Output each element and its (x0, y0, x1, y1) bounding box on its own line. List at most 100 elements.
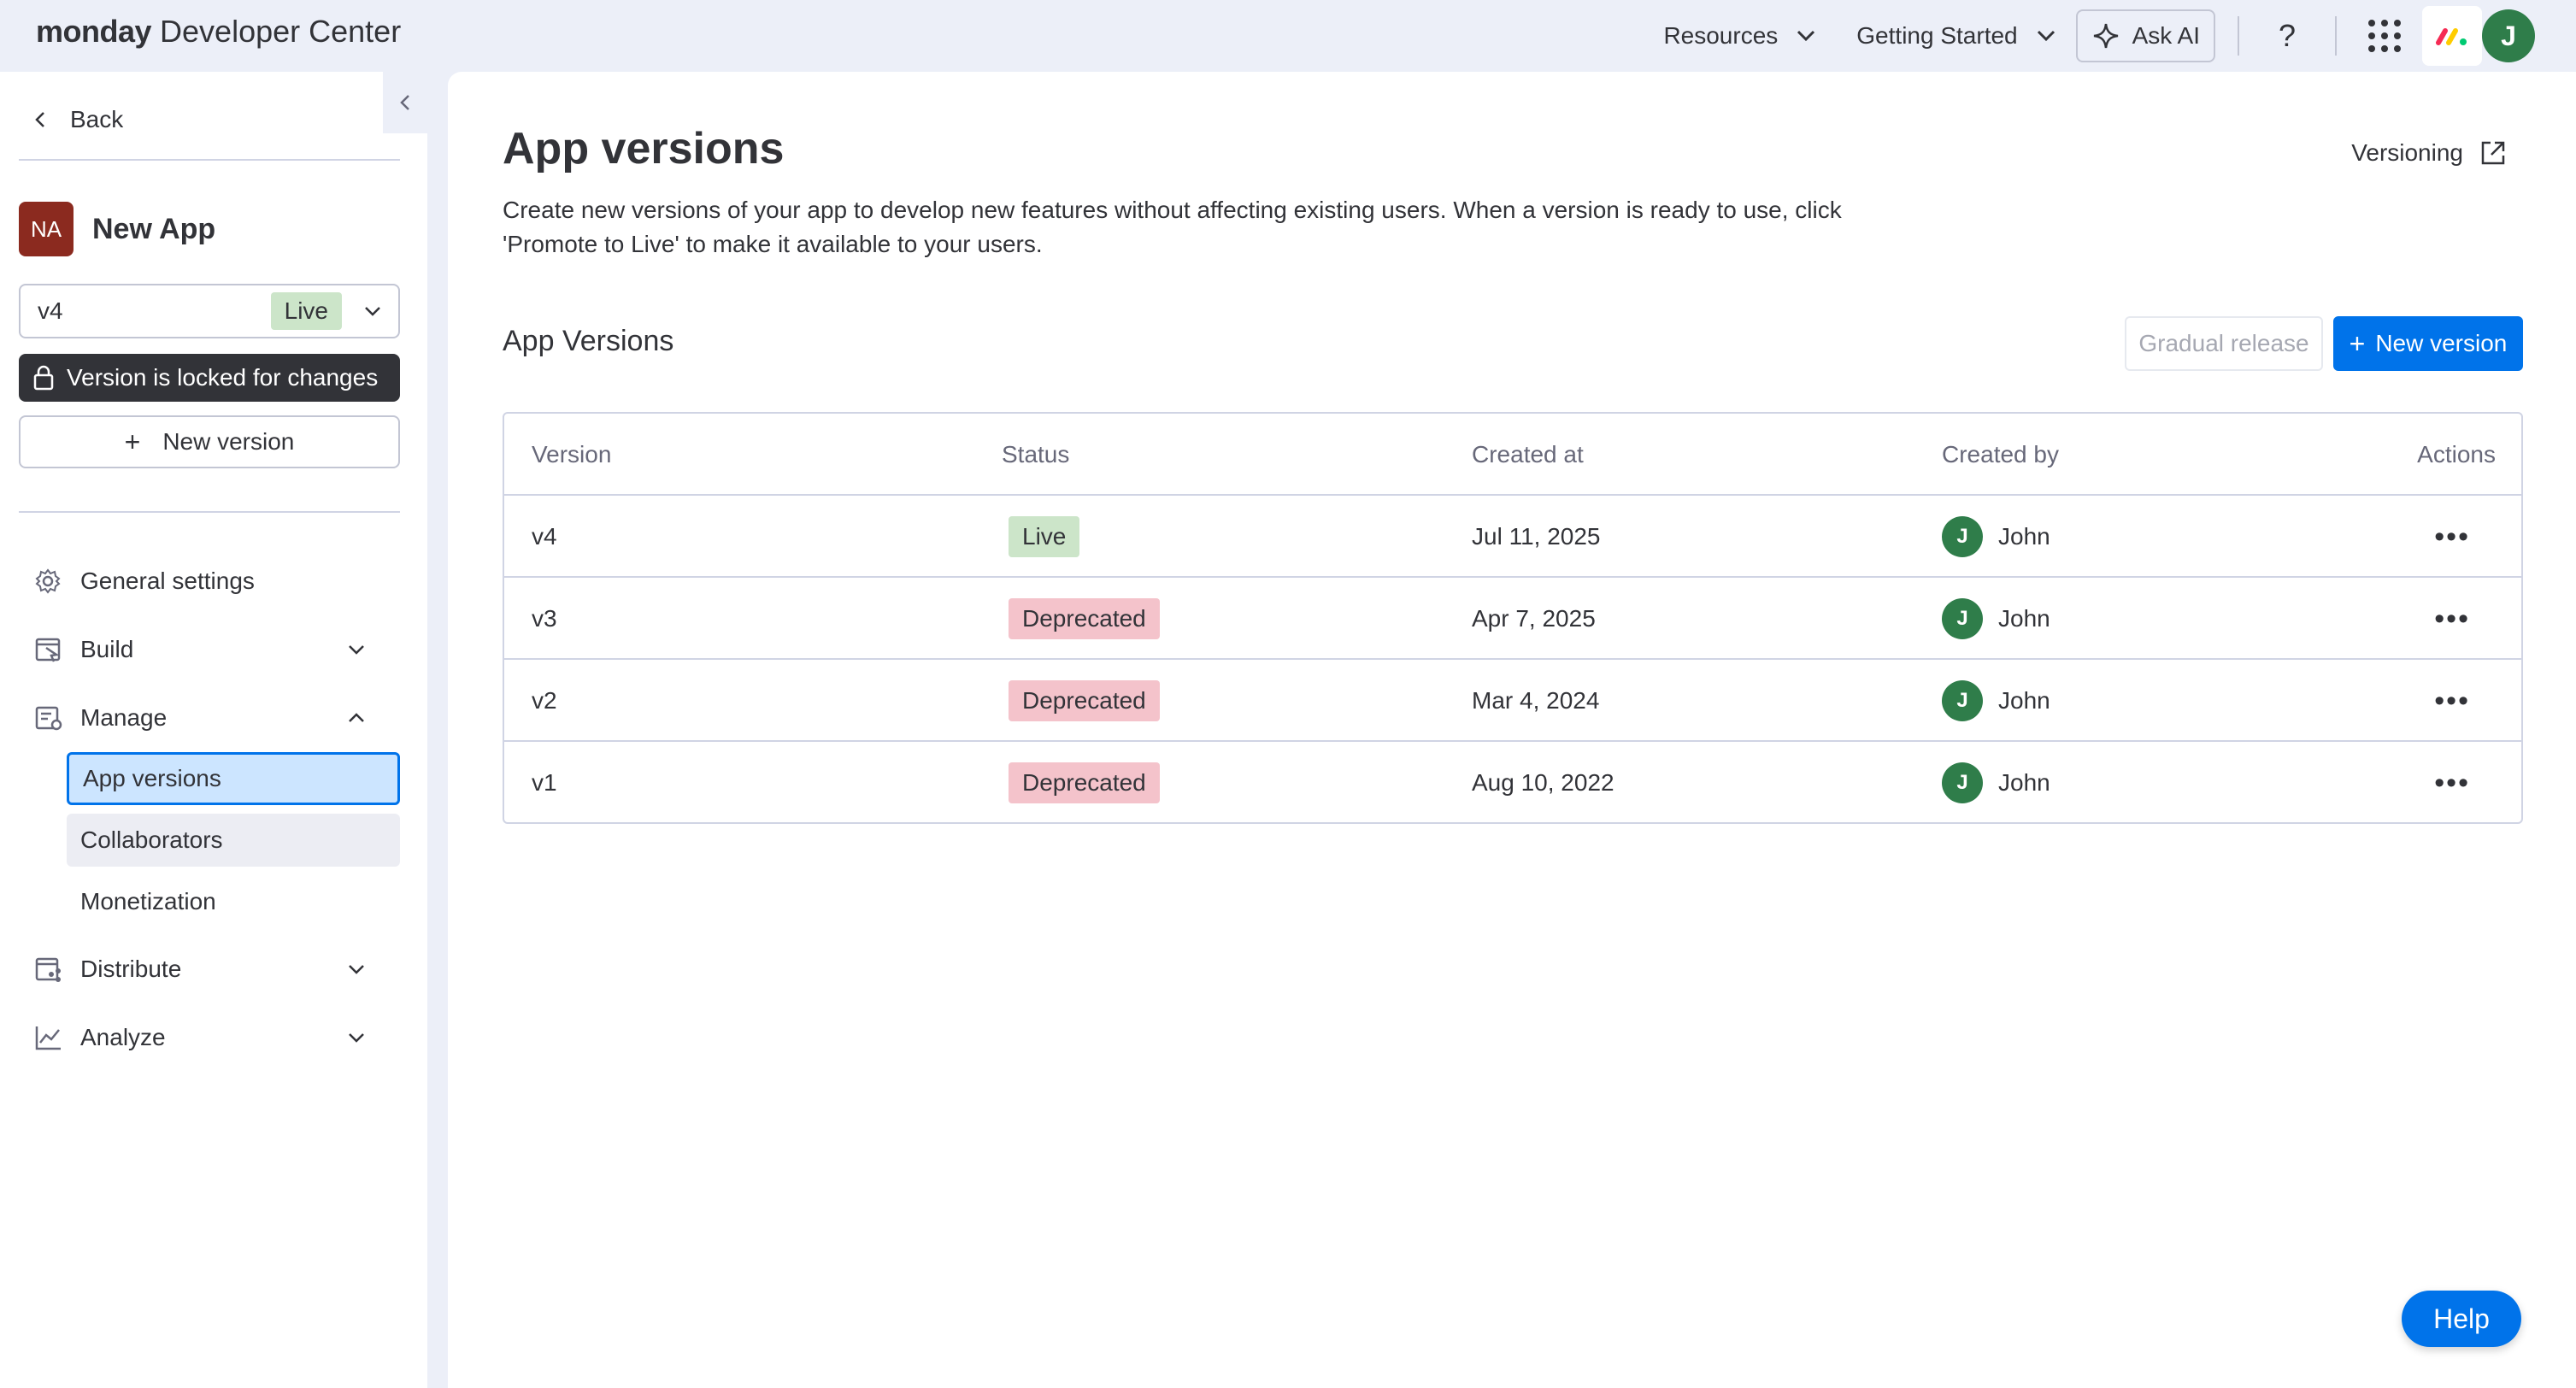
collapse-sidebar-button[interactable] (383, 72, 427, 133)
back-label: Back (70, 106, 124, 132)
table-row[interactable]: v3 Deprecated Apr 7, 2025 J John ••• (504, 578, 2521, 660)
version-cell: v1 (532, 769, 557, 796)
status-cell: Deprecated (1002, 660, 1160, 742)
status-badge: Deprecated (1009, 762, 1160, 803)
versioning-link-label: Versioning (2351, 139, 2463, 166)
plus-icon: + (2349, 327, 2366, 359)
divider (2238, 16, 2239, 56)
chevron-down-icon (347, 1032, 378, 1044)
status-badge: Deprecated (1009, 598, 1160, 639)
sidebar-new-version-button[interactable]: + New version (19, 415, 400, 468)
creator-name: John (1998, 769, 2050, 796)
column-header-created-by: Created by (1942, 441, 2059, 468)
table-row[interactable]: v4 Live Jul 11, 2025 J John ••• (504, 496, 2521, 578)
actions-cell: ••• (2434, 496, 2496, 578)
page-title: App versions (503, 124, 785, 174)
more-actions-icon[interactable]: ••• (2434, 520, 2470, 554)
sidebar-item-build[interactable]: Build (34, 624, 393, 675)
created-at-cell: Aug 10, 2022 (1472, 769, 1614, 796)
creator-name: John (1998, 605, 2050, 632)
apps-grid-button[interactable] (2359, 10, 2410, 62)
nav-getting-started-label: Getting Started (1856, 22, 2018, 49)
sidebar-item-collaborators[interactable]: Collaborators (67, 814, 400, 867)
versions-table: Version Status Created at Created by Act… (503, 412, 2523, 824)
help-question-button[interactable]: ? (2261, 10, 2313, 62)
help-button[interactable]: Help (2402, 1291, 2521, 1347)
version-cell: v2 (532, 687, 557, 714)
app-avatar: NA (19, 202, 74, 256)
locked-text: Version is locked for changes (67, 364, 379, 391)
build-icon (34, 636, 65, 663)
sidebar-item-label: Monetization (80, 888, 216, 915)
brand-rest: Developer Center (151, 14, 402, 49)
app-header: NA New App (19, 202, 215, 256)
sidebar-item-app-versions[interactable]: App versions (67, 752, 400, 805)
status-cell: Deprecated (1002, 742, 1160, 822)
table-row[interactable]: v2 Deprecated Mar 4, 2024 J John ••• (504, 660, 2521, 742)
version-select-value: v4 (38, 297, 63, 324)
created-by-cell: J John (1942, 660, 2050, 742)
sidebar-item-distribute[interactable]: Distribute (34, 944, 393, 995)
column-header-status: Status (1002, 441, 1070, 468)
created-at-cell: Mar 4, 2024 (1472, 687, 1600, 714)
app-name: New App (92, 212, 216, 245)
brand-logo[interactable]: monday Developer Center (36, 14, 401, 50)
chart-line-icon (34, 1024, 65, 1051)
lock-icon (32, 364, 55, 391)
actions-cell: ••• (2434, 742, 2496, 822)
creator-name: John (1998, 687, 2050, 714)
avatar: J (1942, 598, 1983, 639)
more-actions-icon[interactable]: ••• (2434, 603, 2470, 636)
ask-ai-button[interactable]: Ask AI (2075, 9, 2215, 62)
created-by-cell: J John (1942, 578, 2050, 660)
chevron-down-icon (347, 963, 378, 975)
section-title: App Versions (503, 325, 674, 357)
column-header-actions: Actions (2417, 441, 2496, 468)
chevron-down-icon (2037, 30, 2056, 42)
status-cell: Live (1002, 496, 1080, 578)
new-version-label: New version (2375, 330, 2508, 356)
external-link-icon (2479, 138, 2508, 168)
gradual-release-button[interactable]: Gradual release (2125, 316, 2323, 371)
plus-icon: + (124, 426, 141, 457)
sparkle-icon (2091, 21, 2120, 50)
created-by-cell: J John (1942, 496, 2050, 578)
chevron-up-icon (347, 712, 378, 724)
sidebar-item-label: Manage (80, 704, 168, 731)
page-description: Create new versions of your app to devel… (503, 197, 1842, 257)
brand-bold: monday (36, 14, 152, 49)
avatar: J (1942, 680, 1983, 721)
monday-logo-icon (2435, 26, 2469, 46)
sidebar-item-label: Distribute (80, 956, 182, 982)
question-icon: ? (2278, 18, 2297, 53)
top-nav: Resources Getting Started Ask AI ? J (1643, 0, 2576, 72)
versioning-docs-link[interactable]: Versioning (2351, 138, 2508, 168)
table-row[interactable]: v1 Deprecated Aug 10, 2022 J John ••• (504, 742, 2521, 822)
new-version-button[interactable]: + New version (2333, 316, 2523, 371)
live-badge: Live (270, 292, 342, 330)
more-actions-icon[interactable]: ••• (2434, 685, 2470, 718)
more-actions-icon[interactable]: ••• (2434, 767, 2470, 800)
divider (2335, 16, 2337, 56)
column-header-created-at: Created at (1472, 441, 1584, 468)
version-cell: v3 (532, 605, 557, 632)
nav-resources[interactable]: Resources (1643, 0, 1836, 72)
chevron-left-icon (399, 93, 411, 112)
nav-getting-started[interactable]: Getting Started (1836, 0, 2075, 72)
sidebar-item-monetization[interactable]: Monetization (67, 875, 400, 928)
back-link[interactable]: Back (34, 106, 123, 133)
user-avatar[interactable]: J (2482, 9, 2535, 62)
distribute-icon (34, 956, 65, 983)
sidebar-item-label: Analyze (80, 1024, 166, 1050)
chevron-down-icon (1797, 30, 1815, 42)
top-bar: monday Developer Center Resources Gettin… (0, 0, 2576, 72)
sidebar-item-manage[interactable]: Manage (34, 692, 393, 744)
ask-ai-label: Ask AI (2132, 22, 2200, 49)
avatar: J (1942, 762, 1983, 803)
version-select[interactable]: v4 Live (19, 284, 400, 338)
created-at-cell: Apr 7, 2025 (1472, 605, 1596, 632)
sidebar-item-general-settings[interactable]: General settings (34, 556, 393, 607)
sidebar-item-analyze[interactable]: Analyze (34, 1012, 393, 1063)
monday-logo[interactable] (2422, 6, 2482, 66)
sidebar-item-label: App versions (83, 765, 221, 791)
